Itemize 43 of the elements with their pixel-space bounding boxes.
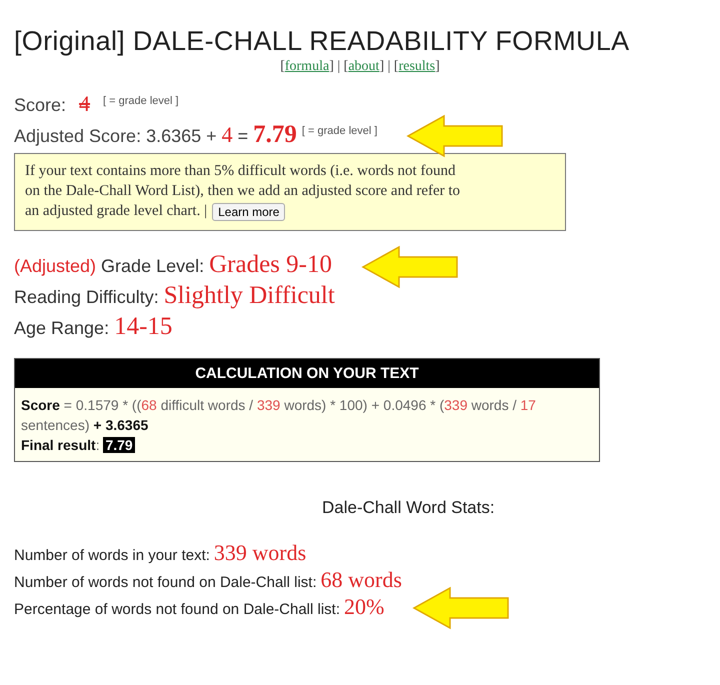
- formula-text: Score = 0.1579 * ((68 difficult words / 339 words) * 100) + 0.0496 * (339 words / 17 sentences) + 3.6365: [21, 396, 537, 436]
- final-result-colon: :: [96, 436, 100, 453]
- nav-link[interactable]: formula: [284, 59, 330, 74]
- info-text-line: an adjusted grade level chart. |: [25, 202, 208, 222]
- result-label: Grade Level:: [101, 256, 204, 277]
- stat-label: Percentage of words not found on Dale-Chall list:: [14, 601, 340, 618]
- final-result-label: Final result: [21, 436, 96, 453]
- result-label: Reading Difficulty:: [14, 287, 159, 308]
- score-value: 4: [78, 91, 92, 117]
- info-text-line: on the Dale-Chall Word List), then we add an adjusted score and refer to: [25, 182, 460, 202]
- final-result-value: 7.79: [103, 436, 135, 453]
- result-value: Slightly Difficult: [164, 282, 335, 310]
- result-label: Age Range:: [14, 318, 110, 339]
- page-title: [Original] DALE-CHALL READABILITY FORMULA: [14, 26, 630, 57]
- result-value: 14-15: [114, 313, 172, 341]
- calculation-header: CALCULATION ON YOUR TEXT: [15, 359, 599, 388]
- stat-label: Number of words not found on Dale-Chall list:: [14, 574, 317, 592]
- stat-label: Number of words in your text:: [14, 547, 210, 564]
- nav-separator: ] | [: [329, 59, 348, 74]
- stat-value: 339 words: [214, 540, 306, 566]
- learn-more-button[interactable]: Learn more: [212, 203, 286, 221]
- adjusted-score-value: 7.79: [253, 121, 297, 149]
- stats-heading: Dale-Chall Word Stats:: [321, 498, 496, 518]
- grade-level-note: [ = grade level ]: [302, 125, 378, 137]
- nav-separator: ] | [: [379, 59, 399, 74]
- nav-separator: [: [280, 59, 285, 74]
- result-value: Grades 9-10: [209, 251, 332, 279]
- base-score: 3.6365 +: [146, 126, 217, 147]
- nav-link[interactable]: about: [348, 59, 380, 74]
- added-score: 4: [222, 122, 233, 148]
- equals-sign: =: [238, 126, 248, 147]
- grade-level-note: [ = grade level ]: [103, 95, 179, 107]
- arrow-icon: [412, 586, 510, 630]
- arrow-icon: [406, 114, 504, 158]
- adjusted-prefix: (Adjusted): [14, 256, 96, 277]
- arrow-icon: [361, 244, 459, 288]
- score-label: Score:: [14, 95, 66, 116]
- adjusted-score-label: Adjusted Score:: [14, 126, 142, 147]
- nav-separator: ]: [435, 59, 440, 74]
- nav-link[interactable]: results: [398, 59, 436, 74]
- info-text-line: If your text contains more than 5% difficult words (i.e. words not found: [25, 162, 456, 182]
- stat-value: 68 words: [320, 567, 402, 594]
- stat-value: 20%: [344, 594, 384, 620]
